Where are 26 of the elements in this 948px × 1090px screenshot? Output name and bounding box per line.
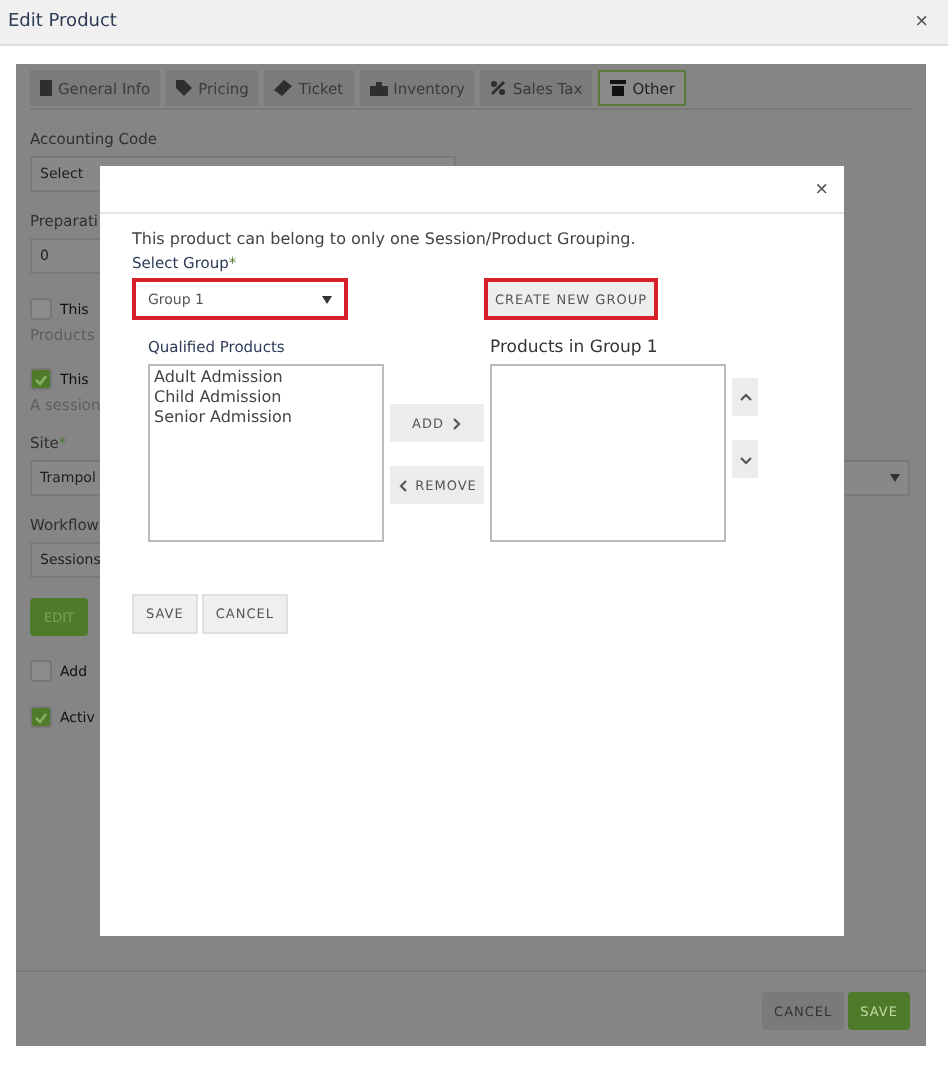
briefcase-icon — [369, 81, 388, 95]
close-button[interactable]: × — [907, 10, 936, 34]
check-icon — [34, 373, 48, 385]
qualified-list[interactable]: Adult Admission Child Admission Senior Admission — [148, 364, 384, 542]
close-button[interactable]: × — [807, 177, 836, 201]
archive-icon — [610, 80, 627, 96]
tag-icon — [176, 80, 193, 96]
checkbox[interactable] — [30, 368, 52, 390]
window-title: Edit Product — [8, 12, 117, 32]
caret-icon — [890, 474, 900, 482]
move-down-button[interactable] — [732, 440, 758, 478]
list-option[interactable]: Child Admission — [154, 388, 378, 408]
percent-icon — [490, 80, 507, 96]
list-option[interactable]: Senior Admission — [154, 408, 378, 428]
chevron-right-icon — [449, 417, 462, 429]
checkbox[interactable] — [30, 706, 52, 728]
chevron-up-icon — [739, 391, 751, 403]
list-option[interactable]: Adult Admission — [154, 368, 378, 388]
list-label: Products in Group 1 — [490, 338, 660, 360]
document-icon — [40, 80, 52, 96]
intro-text: This product can belong to only one Session/Product Grouping. — [132, 230, 636, 248]
chevron-left-icon — [397, 479, 410, 491]
check-icon — [34, 711, 48, 723]
caret-icon — [322, 295, 332, 303]
move-up-button[interactable] — [732, 378, 758, 416]
chevron-down-icon — [739, 453, 751, 465]
